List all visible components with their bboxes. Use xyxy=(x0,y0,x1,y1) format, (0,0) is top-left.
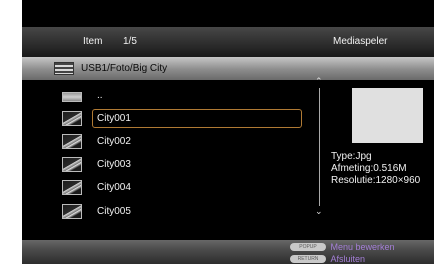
folder-up-icon xyxy=(62,92,82,102)
list-item-label: City001 xyxy=(97,113,131,124)
file-info: Type:Jpg Afmeting:0.516M Resolutie:1280×… xyxy=(331,151,420,187)
return-key-icon: RETURN xyxy=(290,254,326,263)
list-item-parent-folder[interactable]: .. xyxy=(22,84,322,107)
image-thumbnail-icon xyxy=(62,157,82,172)
list-item-label: City003 xyxy=(97,159,131,170)
breadcrumb: USB1/Foto/Big City xyxy=(22,57,434,80)
image-thumbnail-icon xyxy=(62,111,82,126)
file-type: Type:Jpg xyxy=(331,151,372,162)
header-bar: Item 1/5 Mediaspeler xyxy=(22,27,434,57)
media-player-screen: Item 1/5 Mediaspeler USB1/Foto/Big City … xyxy=(22,0,434,264)
list-item[interactable]: City003 xyxy=(22,153,322,176)
scrollbar-track[interactable] xyxy=(319,88,320,206)
return-hint: RETURN Afsluiten xyxy=(290,253,365,264)
footer-bar: POPUP Menu bewerken RETURN Afsluiten xyxy=(22,240,434,264)
image-thumbnail-icon xyxy=(62,180,82,195)
header-item-label: Item xyxy=(83,36,103,47)
image-preview xyxy=(352,88,423,143)
list-item[interactable]: City005 xyxy=(22,200,322,223)
image-thumbnail-icon xyxy=(62,134,82,149)
list-item-label: City002 xyxy=(97,136,131,147)
scroll-up-arrow-icon[interactable]: ⌃ xyxy=(315,76,323,87)
popup-key-icon: POPUP xyxy=(290,242,326,251)
list-item[interactable]: City004 xyxy=(22,176,322,199)
popup-hint: POPUP Menu bewerken xyxy=(290,241,395,252)
list-item[interactable]: City002 xyxy=(22,130,322,153)
popup-hint-label: Menu bewerken xyxy=(330,241,395,252)
list-item[interactable]: City001 xyxy=(22,107,322,130)
list-item-label: City005 xyxy=(97,206,131,217)
page-title: Mediaspeler xyxy=(333,36,388,47)
file-size: Afmeting:0.516M xyxy=(331,163,407,174)
usb-drive-icon xyxy=(54,62,74,75)
file-resolution: Resolutie:1280×960 xyxy=(331,175,421,186)
item-counter: 1/5 xyxy=(123,36,137,47)
list-item-label: City004 xyxy=(97,182,131,193)
breadcrumb-path: USB1/Foto/Big City xyxy=(81,63,168,74)
return-hint-label: Afsluiten xyxy=(330,253,366,264)
scroll-down-arrow-icon[interactable]: ⌄ xyxy=(315,206,323,217)
image-thumbnail-icon xyxy=(62,204,82,219)
list-item-label: .. xyxy=(97,90,103,101)
